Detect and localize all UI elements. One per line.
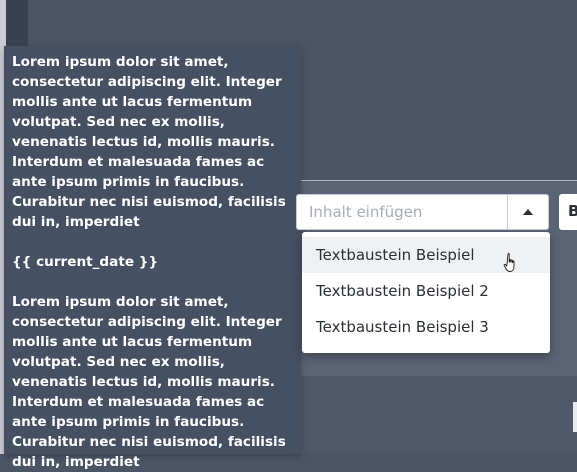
tooltip-paragraph-1: Lorem ipsum dolor sit amet, consectetur … <box>12 54 286 230</box>
select-toggle-button[interactable] <box>507 195 548 229</box>
panel-divider <box>300 180 577 181</box>
adjacent-field-text: B <box>568 202 577 220</box>
dropdown-item-label: Textbaustein Beispiel 2 <box>316 282 489 300</box>
hand-pointer-icon <box>503 253 515 272</box>
right-edge-button[interactable] <box>573 402 577 432</box>
dropdown-item-label: Textbaustein Beispiel 3 <box>316 318 489 336</box>
dropdown-item[interactable]: Textbaustein Beispiel 2 <box>302 273 550 309</box>
insert-content-select[interactable]: Inhalt einfügen <box>296 194 549 230</box>
preview-tooltip: Lorem ipsum dolor sit amet, consectetur … <box>4 46 309 470</box>
caret-up-icon <box>523 209 533 215</box>
dropdown-item-label: Textbaustein Beispiel <box>316 246 475 264</box>
dropdown-menu: Textbaustein Beispiel Textbaustein Beisp… <box>302 232 550 353</box>
tooltip-paragraph-2: Lorem ipsum dolor sit amet, consectetur … <box>12 294 286 470</box>
adjacent-field[interactable]: B <box>559 194 577 230</box>
dropdown-item[interactable]: Textbaustein Beispiel 3 <box>302 309 550 345</box>
select-placeholder: Inhalt einfügen <box>309 203 423 221</box>
tooltip-placeholder-tag: {{ current_date }} <box>12 254 159 270</box>
